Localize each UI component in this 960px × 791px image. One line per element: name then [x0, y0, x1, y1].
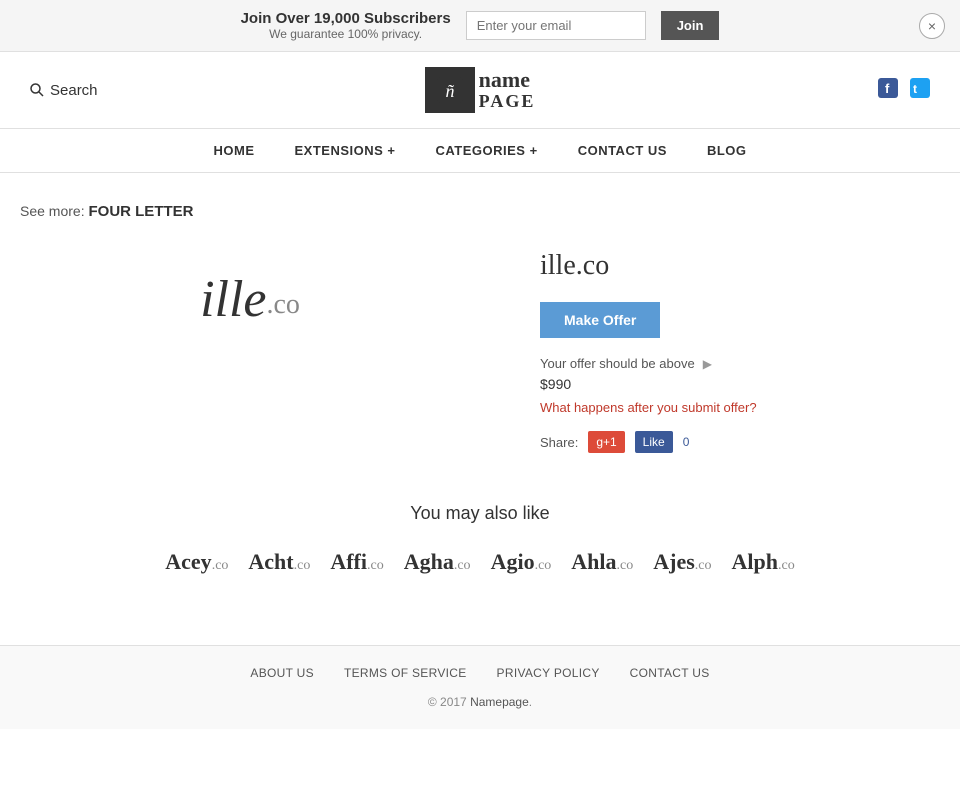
- domain-name-display: ille: [200, 271, 266, 328]
- domain-card-tld: .co: [617, 558, 634, 574]
- domain-card[interactable]: Agha.co: [404, 549, 471, 575]
- make-offer-button[interactable]: Make Offer: [540, 302, 660, 338]
- footer-brand-link[interactable]: Namepage: [470, 695, 529, 709]
- domain-logo-text: ille.co: [200, 274, 300, 327]
- footer-link-privacy[interactable]: PRIVACY POLICY: [497, 666, 600, 680]
- domain-card-name: Ahla: [571, 549, 616, 575]
- search-label: Search: [50, 82, 98, 99]
- footer-link-about[interactable]: ABOUT US: [250, 666, 314, 680]
- also-like-section: You may also like Acey.coAcht.coAffi.coA…: [20, 503, 940, 575]
- search-button[interactable]: Search: [30, 82, 150, 99]
- domain-card[interactable]: Affi.co: [330, 549, 383, 575]
- top-banner: Join Over 19,000 Subscribers We guarante…: [0, 0, 960, 52]
- breadcrumb-label: FOUR LETTER: [88, 203, 193, 220]
- twitter-link[interactable]: t: [910, 78, 930, 103]
- main-content: See more: FOUR LETTER ille.co ille.co Ma…: [0, 173, 960, 605]
- logo[interactable]: ñ name PAGE: [425, 67, 536, 113]
- domain-card[interactable]: Alph.co: [732, 549, 795, 575]
- footer: ABOUT US TERMS OF SERVICE PRIVACY POLICY CO…: [0, 645, 960, 729]
- facebook-count: 0: [677, 433, 696, 451]
- domain-card-name: Agio: [491, 549, 535, 575]
- banner-sub-text: We guarantee 100% privacy.: [241, 27, 451, 41]
- domain-card-tld: .co: [778, 558, 795, 574]
- logo-name: name: [479, 68, 536, 92]
- footer-copyright: © 2017 Namepage.: [0, 695, 960, 709]
- svg-text:ñ: ñ: [445, 81, 454, 101]
- gplus-button[interactable]: g+1: [588, 431, 624, 453]
- domain-card-name: Acht: [248, 549, 293, 575]
- domain-card-tld: .co: [695, 558, 712, 574]
- twitter-icon: t: [910, 78, 930, 98]
- offer-price: $990: [540, 376, 940, 392]
- footer-link-terms[interactable]: TERMS OF SERVICE: [344, 666, 467, 680]
- domain-card-name: Affi: [330, 549, 367, 575]
- banner-text: Join Over 19,000 Subscribers We guarante…: [241, 10, 451, 41]
- domain-card[interactable]: Ajes.co: [653, 549, 711, 575]
- nav-extensions[interactable]: EXTENSIONS +: [294, 143, 395, 158]
- domain-card[interactable]: Agio.co: [491, 549, 552, 575]
- logo-page: PAGE: [479, 92, 536, 112]
- header: Search ñ name PAGE f t: [0, 52, 960, 129]
- join-button[interactable]: Join: [661, 11, 720, 40]
- breadcrumb-prefix: See more:: [20, 203, 85, 219]
- also-like-title: You may also like: [20, 503, 940, 524]
- offer-arrow-icon: ▶: [703, 357, 712, 371]
- also-like-grid: Acey.coAcht.coAffi.coAgha.coAgio.coAhla.…: [20, 549, 940, 575]
- breadcrumb: See more: FOUR LETTER: [20, 203, 940, 220]
- footer-links: ABOUT US TERMS OF SERVICE PRIVACY POLICY CO…: [0, 666, 960, 680]
- domain-card-name: Alph: [732, 549, 778, 575]
- nav-contact[interactable]: CONTACT US: [578, 143, 667, 158]
- domain-tld-display: .co: [266, 289, 299, 320]
- domain-logo: ille.co: [200, 270, 300, 329]
- share-label: Share:: [540, 435, 578, 450]
- facebook-link[interactable]: f: [878, 78, 898, 103]
- domain-card[interactable]: Acht.co: [248, 549, 310, 575]
- banner-close-button[interactable]: ×: [919, 13, 945, 39]
- domain-title: ille.co: [540, 250, 940, 282]
- svg-text:f: f: [885, 81, 890, 96]
- domain-card-tld: .co: [294, 558, 311, 574]
- domain-card-tld: .co: [454, 558, 471, 574]
- domain-card-tld: .co: [212, 558, 229, 574]
- fb-like-label: Like: [643, 435, 665, 449]
- domain-card[interactable]: Ahla.co: [571, 549, 633, 575]
- nav-categories[interactable]: CATEGORIES +: [435, 143, 537, 158]
- social-links: f t: [810, 78, 930, 103]
- domain-logo-area: ille.co: [20, 240, 480, 359]
- share-row: Share: g+1 Like 0: [540, 431, 940, 453]
- domain-card-tld: .co: [367, 558, 384, 574]
- main-nav: HOME EXTENSIONS + CATEGORIES + CONTACT U…: [0, 129, 960, 173]
- domain-card[interactable]: Acey.co: [165, 549, 228, 575]
- domain-card-tld: .co: [535, 558, 552, 574]
- nav-home[interactable]: HOME: [213, 143, 254, 158]
- offer-link[interactable]: What happens after you submit offer?: [540, 400, 940, 415]
- domain-info: ille.co Make Offer Your offer should be …: [540, 240, 940, 453]
- footer-link-contact[interactable]: CONTACT US: [630, 666, 710, 680]
- email-input[interactable]: [466, 11, 646, 40]
- domain-card-name: Acey: [165, 549, 211, 575]
- banner-main-text: Join Over 19,000 Subscribers: [241, 10, 451, 27]
- svg-text:t: t: [913, 82, 917, 96]
- domain-card-name: Agha: [404, 549, 454, 575]
- domain-card-name: Ajes: [653, 549, 695, 575]
- nav-blog[interactable]: BLOG: [707, 143, 747, 158]
- offer-info: Your offer should be above ▶: [540, 356, 940, 371]
- logo-icon: ñ: [435, 75, 465, 105]
- search-icon: [30, 83, 44, 97]
- facebook-like-button[interactable]: Like: [635, 431, 673, 453]
- facebook-icon: f: [878, 78, 898, 98]
- domain-section: ille.co ille.co Make Offer Your offer sh…: [20, 240, 940, 453]
